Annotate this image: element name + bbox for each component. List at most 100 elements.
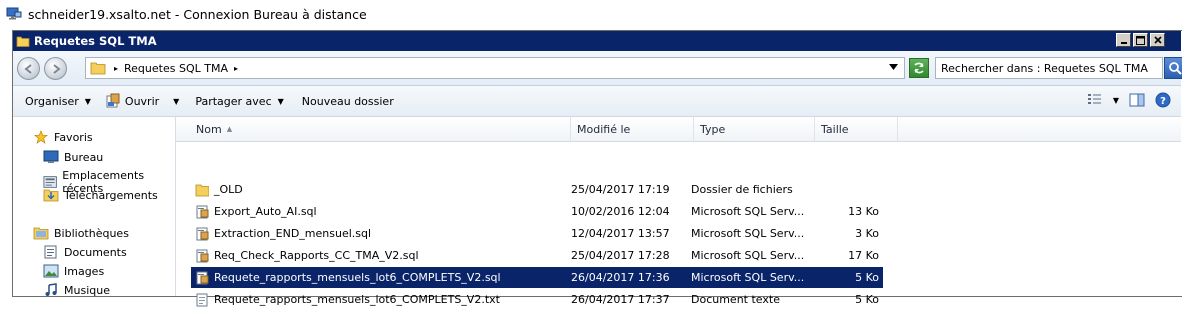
nav-libraries[interactable]: Bibliothèques	[33, 226, 129, 240]
search-icon	[1169, 62, 1182, 75]
sort-ascending-icon: ▲	[226, 125, 233, 133]
sql-open-icon	[106, 93, 120, 108]
libraries-icon	[33, 227, 49, 240]
star-icon	[34, 130, 48, 144]
file-size: 13 Ko	[848, 205, 879, 218]
view-options-icon[interactable]	[1087, 93, 1103, 107]
file-name: Req_Check_Rapports_CC_TMA_V2.sql	[214, 249, 419, 262]
file-modified: 25/04/2017 17:28	[571, 249, 670, 262]
share-label: Partager avec	[195, 94, 272, 108]
nav-item-images[interactable]: Images	[43, 264, 104, 278]
sql-file-icon	[196, 205, 209, 218]
file-row[interactable]: Req_Check_Rapports_CC_TMA_V2.sql 25/04/20…	[191, 245, 883, 266]
svg-text:?: ?	[1160, 96, 1166, 107]
arrow-right-icon	[52, 63, 61, 74]
file-type: Microsoft SQL Serv...	[691, 205, 805, 218]
file-row[interactable]: Extraction_END_mensuel.sql 12/04/2017 13:…	[191, 223, 883, 244]
file-type: Microsoft SQL Serv...	[691, 271, 805, 284]
column-header-type[interactable]: Type	[695, 117, 815, 141]
close-button[interactable]	[1150, 33, 1165, 47]
file-name-cell[interactable]: Export_Auto_AI.sql	[191, 201, 571, 222]
file-row[interactable]: Requete_rapports_mensuels_lot6_COMPLETS_…	[191, 267, 883, 288]
navigation-bar: ▸ Requetes SQL TMA ▸ Rechercher dans : R…	[13, 51, 1182, 86]
images-icon	[43, 264, 59, 278]
breadcrumb-separator-icon[interactable]: ▸	[114, 64, 118, 73]
file-type: Microsoft SQL Serv...	[691, 249, 805, 262]
rdp-title-text: schneider19.xsalto.net - Connexion Burea…	[28, 6, 367, 22]
desktop-icon	[43, 150, 59, 163]
chevron-down-icon: ▼	[277, 96, 284, 106]
file-name: Export_Auto_AI.sql	[214, 205, 317, 218]
recent-places-icon	[43, 176, 57, 188]
file-type: Microsoft SQL Serv...	[691, 227, 805, 240]
file-name-cell[interactable]: Extraction_END_mensuel.sql	[191, 223, 571, 244]
preview-pane-icon[interactable]	[1129, 93, 1145, 107]
breadcrumb-dropdown-icon[interactable]: ▸	[234, 64, 238, 73]
nav-item-label: Documents	[64, 245, 127, 259]
file-name: Extraction_END_mensuel.sql	[214, 227, 372, 240]
file-name: Requete_rapports_mensuels_lot6_COMPLETS_…	[214, 271, 501, 284]
column-headers: Nom ▲ Modifié le Type Taille	[176, 117, 1181, 142]
file-name-cell[interactable]: Req_Check_Rapports_CC_TMA_V2.sql	[191, 245, 571, 266]
nav-favorites[interactable]: Favoris	[33, 130, 93, 144]
minimize-button[interactable]	[1116, 33, 1131, 47]
sql-file-icon	[196, 271, 209, 284]
remote-desktop-icon	[6, 7, 22, 20]
share-button[interactable]: Partager avec ▼	[195, 95, 283, 108]
minimize-icon	[1120, 42, 1127, 44]
nav-item-desktop[interactable]: Bureau	[43, 150, 103, 164]
help-icon[interactable]: ?	[1155, 92, 1171, 108]
column-header-modified[interactable]: Modifié le	[572, 117, 694, 141]
address-bar[interactable]: ▸ Requetes SQL TMA ▸	[85, 57, 905, 79]
file-row[interactable]: Requete_rapports_mensuels_lot6_COMPLETS_…	[191, 289, 883, 310]
new-folder-button[interactable]: Nouveau dossier	[302, 95, 394, 108]
nav-item-label: Bureau	[64, 150, 104, 164]
file-type: Dossier de fichiers	[691, 183, 793, 196]
navigation-pane: Favoris Bureau Emplacements récents Télé…	[13, 117, 176, 297]
column-size-label: Taille	[821, 122, 849, 136]
file-modified: 26/04/2017 17:37	[571, 293, 670, 306]
column-modified-label: Modifié le	[577, 122, 631, 136]
file-name-cell[interactable]: _OLD	[191, 179, 571, 200]
maximize-icon	[1136, 35, 1145, 45]
column-name-label: Nom	[196, 122, 222, 136]
downloads-icon	[43, 189, 59, 202]
breadcrumb-item[interactable]: Requetes SQL TMA	[124, 62, 228, 75]
search-input[interactable]: Rechercher dans : Requetes SQL TMA	[935, 57, 1163, 79]
column-header-size[interactable]: Taille	[816, 117, 898, 141]
chevron-down-icon[interactable]	[889, 64, 898, 70]
sql-file-icon	[196, 249, 209, 262]
command-bar: Organiser ▼ Ouvrir ▼ Partager avec ▼ Nou…	[13, 86, 1181, 117]
forward-button[interactable]	[44, 57, 67, 80]
rdp-titlebar: schneider19.xsalto.net - Connexion Burea…	[0, 0, 1182, 28]
organize-label: Organiser	[25, 94, 79, 108]
file-modified: 12/04/2017 13:57	[571, 227, 670, 240]
file-modified: 10/02/2016 12:04	[571, 205, 670, 218]
maximize-button[interactable]	[1133, 33, 1148, 47]
file-size: 3 Ko	[855, 227, 879, 240]
organize-button[interactable]: Organiser ▼	[25, 95, 91, 108]
open-button[interactable]: Ouvrir ▼	[105, 93, 179, 109]
column-header-name[interactable]: Nom ▲	[191, 117, 571, 141]
nav-item-documents[interactable]: Documents	[43, 245, 127, 259]
file-name-cell[interactable]: Requete_rapports_mensuels_lot6_COMPLETS_…	[191, 267, 571, 288]
folder-icon	[16, 36, 30, 47]
nav-libraries-label: Bibliothèques	[54, 226, 129, 240]
file-row[interactable]: _OLD 25/04/2017 17:19 Dossier de fichiers	[191, 179, 883, 200]
sql-file-icon	[196, 227, 209, 240]
window-titlebar[interactable]: Requetes SQL TMA	[13, 31, 1181, 51]
refresh-button[interactable]	[909, 58, 929, 78]
file-size: 5 Ko	[855, 293, 879, 306]
explorer-window: Requetes SQL TMA ▸ Requetes SQL TMA ▸ Re…	[12, 30, 1182, 306]
search-button[interactable]	[1164, 57, 1182, 79]
back-button[interactable]	[17, 57, 40, 80]
close-icon	[1153, 36, 1162, 44]
file-name: _OLD	[214, 183, 243, 196]
file-name-cell[interactable]: Requete_rapports_mensuels_lot6_COMPLETS_…	[191, 289, 571, 310]
file-size: 5 Ko	[855, 271, 879, 284]
chevron-down-icon[interactable]: ▼	[1113, 96, 1119, 105]
nav-item-downloads[interactable]: Téléchargements	[43, 188, 158, 202]
column-type-label: Type	[700, 122, 726, 136]
file-row[interactable]: Export_Auto_AI.sql 10/02/2016 12:04 Micros…	[191, 201, 883, 222]
file-modified: 26/04/2017 17:36	[571, 271, 670, 284]
